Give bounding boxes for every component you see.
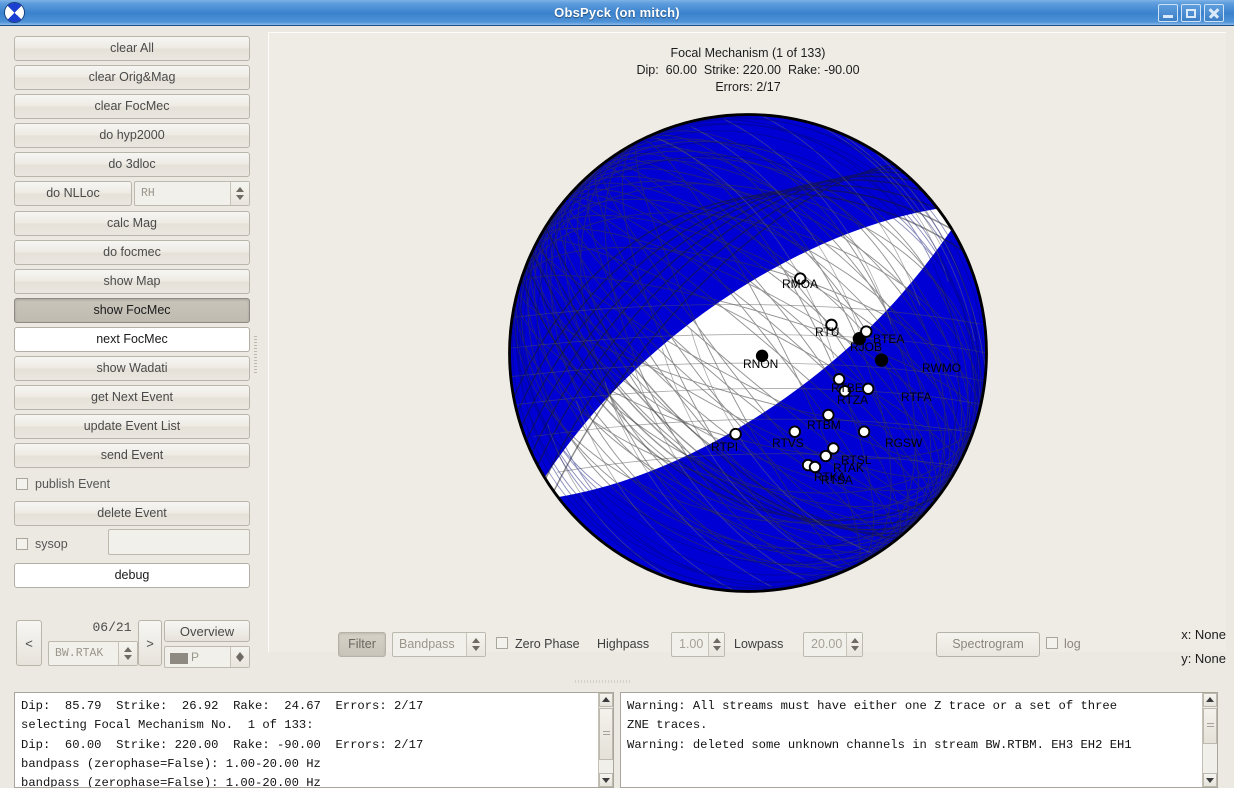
lowpass-value: 20.00	[811, 637, 843, 651]
phase-spinner[interactable]	[230, 647, 249, 667]
stdout-scrollbar[interactable]	[598, 693, 613, 787]
zero-phase-checkbox[interactable]	[496, 637, 508, 649]
highpass-label: Highpass	[597, 637, 650, 651]
do-focmec-button[interactable]: do focmec	[14, 240, 250, 265]
sysop-password-field[interactable]	[108, 529, 250, 555]
station-label-rmoa: RMOA	[782, 277, 818, 291]
next-event-button[interactable]: >	[138, 620, 162, 666]
beachball-plot[interactable]: RMOA RNON RTU RJOB BTEA RWMO RTBE RTZA R…	[500, 105, 996, 601]
phase-combo[interactable]: P	[164, 646, 250, 668]
show-focmec-button[interactable]: show FocMec	[14, 298, 250, 323]
phase-color-swatch	[170, 653, 188, 664]
close-button[interactable]	[1204, 4, 1224, 22]
delete-event-button[interactable]: delete Event	[14, 501, 250, 526]
nlloc-combo-value: RH	[141, 187, 155, 200]
do-3dloc-button[interactable]: do 3dloc	[14, 152, 250, 177]
show-wadati-button[interactable]: show Wadati	[14, 356, 250, 381]
station-label-rtsa: RTSA	[821, 473, 853, 487]
stdout-scroll-up-arrow[interactable]	[599, 693, 613, 707]
prev-event-button[interactable]: <	[16, 620, 42, 666]
get-next-event-button[interactable]: get Next Event	[14, 385, 250, 410]
station-label-rtpi: RTPI	[711, 440, 739, 454]
sysop-checkbox[interactable]	[16, 538, 28, 550]
window-title: ObsPyck (on mitch)	[554, 5, 680, 20]
bandpass-spinner[interactable]	[466, 633, 485, 656]
station-label-rtza: RTZA	[837, 393, 869, 407]
filter-toolbar: Filter Bandpass Zero Phase Highpass 1.00…	[268, 626, 1234, 676]
plot-title-line1: Focal Mechanism (1 of 133)	[670, 46, 826, 60]
stderr-scroll-up-arrow[interactable]	[1203, 693, 1217, 707]
beachball-svg	[508, 113, 988, 593]
log-label: log	[1064, 637, 1081, 651]
lowpass-spinner[interactable]	[846, 633, 862, 656]
station-spinner[interactable]	[118, 642, 137, 665]
console-splitter-handle[interactable]	[575, 679, 631, 684]
plot-title-line2: Dip: 60.00 Strike: 220.00 Rake: -90.00	[636, 63, 860, 77]
publish-event-row[interactable]: publish Event	[16, 477, 110, 495]
next-focmec-button[interactable]: next FocMec	[14, 327, 250, 352]
bandpass-combo[interactable]: Bandpass	[392, 632, 486, 657]
focal-mechanism-panel: Focal Mechanism (1 of 133) Dip: 60.00 St…	[268, 32, 1226, 652]
do-nlloc-button[interactable]: do NLLoc	[14, 181, 132, 206]
stdout-console[interactable]: Dip: 85.79 Strike: 26.92 Rake: 24.67 Err…	[14, 692, 614, 788]
send-event-button[interactable]: send Event	[14, 443, 250, 468]
lowpass-label: Lowpass	[734, 637, 784, 651]
station-combo[interactable]: BW.RTAK	[48, 641, 138, 666]
clear-orig-mag-button[interactable]: clear Orig&Mag	[14, 65, 250, 90]
lowpass-field[interactable]: 20.00	[803, 632, 863, 657]
sidebar-splitter-handle[interactable]	[253, 336, 258, 374]
stderr-scroll-thumb[interactable]	[1203, 708, 1217, 744]
sysop-row[interactable]: sysop	[16, 537, 68, 555]
station-label-rtu: RTU	[815, 325, 840, 339]
maximize-button[interactable]	[1181, 4, 1201, 22]
plot-title: Focal Mechanism (1 of 133) Dip: 60.00 St…	[269, 45, 1227, 96]
highpass-spinner[interactable]	[708, 633, 724, 656]
stderr-console-text: Warning: All streams must have either on…	[627, 699, 1132, 752]
station-label-rwmo: RWMO	[922, 361, 962, 375]
cursor-x-readout: x: None	[1181, 627, 1226, 642]
show-map-button[interactable]: show Map	[14, 269, 250, 294]
stdout-scroll-down-arrow[interactable]	[599, 773, 613, 787]
sidebar: clear All clear Orig&Mag clear FocMec do…	[0, 26, 258, 784]
station-label-rtvs: RTVS	[772, 436, 804, 450]
publish-event-label: publish Event	[35, 477, 111, 491]
main-content: clear All clear Orig&Mag clear FocMec do…	[0, 26, 1234, 788]
spectrogram-button[interactable]: Spectrogram	[936, 632, 1040, 657]
highpass-value: 1.00	[679, 637, 704, 651]
nlloc-combo[interactable]: RH	[134, 181, 250, 206]
highpass-field[interactable]: 1.00	[671, 632, 725, 657]
log-checkbox[interactable]	[1046, 637, 1058, 649]
publish-event-checkbox[interactable]	[16, 478, 28, 490]
stdout-scroll-thumb[interactable]	[599, 708, 613, 760]
stderr-console[interactable]: Warning: All streams must have either on…	[620, 692, 1218, 788]
overview-button[interactable]: Overview	[164, 620, 250, 642]
station-label-rgsw: RGSW	[885, 436, 923, 450]
plot-title-line3: Errors: 2/17	[715, 80, 781, 94]
do-hyp2000-button[interactable]: do hyp2000	[14, 123, 250, 148]
nlloc-spinner[interactable]	[230, 182, 249, 205]
filter-button[interactable]: Filter	[338, 632, 386, 657]
phase-combo-value: P	[191, 650, 200, 664]
window-titlebar: ObsPyck (on mitch)	[0, 0, 1234, 26]
calc-mag-button[interactable]: calc Mag	[14, 211, 250, 236]
station-label-btea: BTEA	[873, 332, 905, 346]
station-combo-value: BW.RTAK	[55, 647, 104, 660]
zero-phase-label: Zero Phase	[515, 637, 580, 651]
clear-focmec-button[interactable]: clear FocMec	[14, 94, 250, 119]
minimize-button[interactable]	[1158, 4, 1178, 22]
clear-all-button[interactable]: clear All	[14, 36, 250, 61]
sysop-label: sysop	[35, 537, 68, 551]
stderr-scroll-down-arrow[interactable]	[1203, 773, 1217, 787]
update-event-list-button[interactable]: update Event List	[14, 414, 250, 439]
cursor-y-readout: y: None	[1181, 651, 1226, 666]
stdout-console-text: Dip: 85.79 Strike: 26.92 Rake: 24.67 Err…	[21, 699, 424, 787]
stderr-scrollbar[interactable]	[1202, 693, 1217, 787]
station-label-rnon: RNON	[743, 357, 779, 371]
station-label-rtfa: RTFA	[901, 390, 932, 404]
bandpass-combo-value: Bandpass	[399, 637, 455, 651]
debug-button[interactable]: debug	[14, 563, 250, 588]
station-label-rtbm: RTBM	[807, 418, 841, 432]
